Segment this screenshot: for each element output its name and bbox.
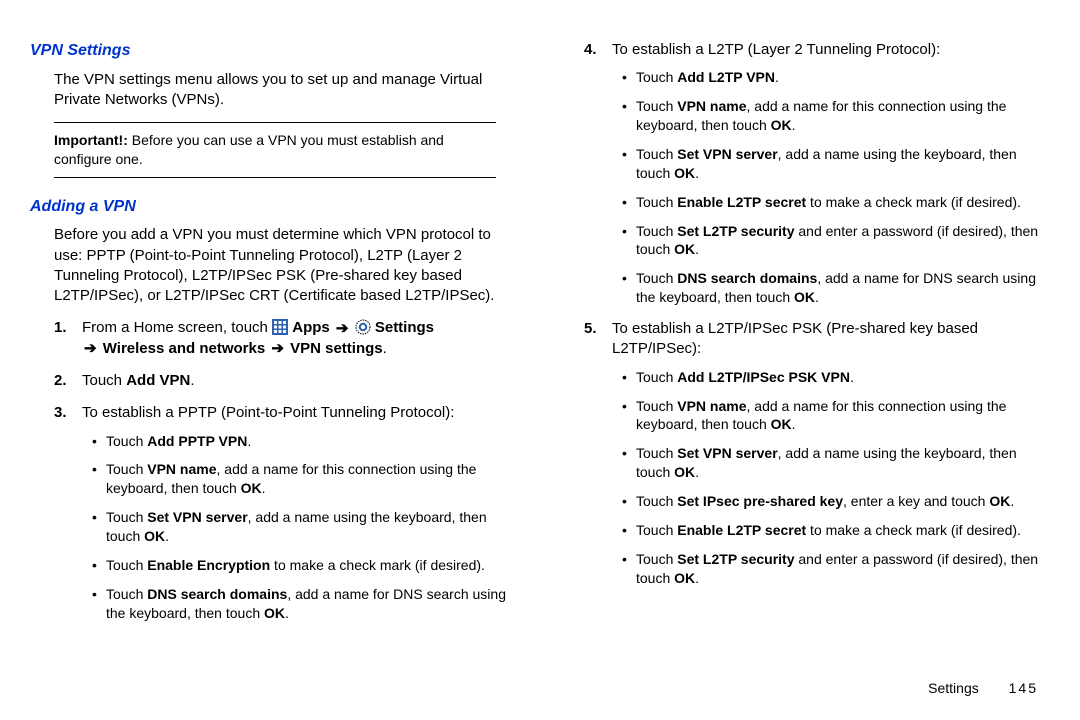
list-item: Touch Add PPTP VPN. — [92, 432, 520, 451]
list-item: Touch Add L2TP/IPSec PSK VPN. — [622, 368, 1050, 387]
page-footer: Settings 145 — [928, 679, 1038, 698]
vpn-intro-text: The VPN settings menu allows you to set … — [54, 70, 520, 111]
important-note: Important!: Before you can use a VPN you… — [54, 122, 496, 178]
footer-page-number: 145 — [1009, 680, 1038, 696]
right-column: To establish a L2TP (Layer 2 Tunneling P… — [560, 40, 1050, 680]
list-item: Touch Set VPN server, add a name using t… — [92, 508, 520, 546]
step1-pre: From a Home screen, touch — [82, 320, 272, 337]
important-label: Important!: — [54, 132, 128, 148]
step-4: To establish a L2TP (Layer 2 Tunneling P… — [584, 40, 1050, 307]
steps-list-right: To establish a L2TP (Layer 2 Tunneling P… — [584, 40, 1050, 588]
list-item: Touch Add L2TP VPN. — [622, 68, 1050, 87]
step5-bullets: Touch Add L2TP/IPSec PSK VPN. Touch VPN … — [622, 368, 1050, 588]
step2-bold: Add VPN — [126, 372, 190, 389]
settings-icon — [355, 318, 371, 338]
apps-label: Apps — [292, 320, 334, 337]
arrow-icon: ➔ — [84, 340, 97, 357]
step4-text: To establish a L2TP (Layer 2 Tunneling P… — [612, 41, 940, 58]
list-item: Touch VPN name, add a name for this conn… — [92, 460, 520, 498]
list-item: Touch DNS search domains, add a name for… — [622, 269, 1050, 307]
left-column: VPN Settings The VPN settings menu allow… — [30, 40, 520, 680]
step4-bullets: Touch Add L2TP VPN. Touch VPN name, add … — [622, 68, 1050, 307]
arrow-icon: ➔ — [271, 340, 284, 357]
list-item: Touch Set L2TP security and enter a pass… — [622, 550, 1050, 588]
heading-vpn-settings: VPN Settings — [30, 40, 520, 62]
list-item: Touch VPN name, add a name for this conn… — [622, 97, 1050, 135]
list-item: Touch Set VPN server, add a name using t… — [622, 444, 1050, 482]
step2-pre: Touch — [82, 372, 126, 389]
list-item: Touch Enable L2TP secret to make a check… — [622, 521, 1050, 540]
step-1: From a Home screen, touch Apps ➔ Setting… — [54, 318, 520, 359]
list-item: Touch Enable L2TP secret to make a check… — [622, 193, 1050, 212]
footer-section: Settings — [928, 680, 979, 696]
list-item: Touch VPN name, add a name for this conn… — [622, 397, 1050, 435]
step-3: To establish a PPTP (Point-to-Point Tunn… — [54, 403, 520, 622]
step-2: Touch Add VPN. — [54, 371, 520, 391]
vpn-settings-label: VPN settings — [290, 340, 383, 357]
apps-icon — [272, 318, 288, 338]
page-content: VPN Settings The VPN settings menu allow… — [0, 0, 1080, 700]
step3-bullets: Touch Add PPTP VPN. Touch VPN name, add … — [92, 432, 520, 623]
list-item: Touch Set IPsec pre-shared key, enter a … — [622, 492, 1050, 511]
steps-list-left: From a Home screen, touch Apps ➔ Setting… — [54, 318, 520, 622]
list-item: Touch Set L2TP security and enter a pass… — [622, 222, 1050, 260]
wireless-label: Wireless and networks — [103, 340, 270, 357]
arrow-icon: ➔ — [336, 320, 349, 337]
heading-adding-vpn: Adding a VPN — [30, 196, 520, 218]
list-item: Touch Enable Encryption to make a check … — [92, 556, 520, 575]
step5-text: To establish a L2TP/IPSec PSK (Pre-share… — [612, 320, 978, 357]
settings-label: Settings — [375, 320, 434, 337]
list-item: Touch DNS search domains, add a name for… — [92, 585, 520, 623]
step-5: To establish a L2TP/IPSec PSK (Pre-share… — [584, 319, 1050, 588]
adding-intro-text: Before you add a VPN you must determine … — [54, 225, 520, 306]
step3-text: To establish a PPTP (Point-to-Point Tunn… — [82, 404, 454, 421]
list-item: Touch Set VPN server, add a name using t… — [622, 145, 1050, 183]
